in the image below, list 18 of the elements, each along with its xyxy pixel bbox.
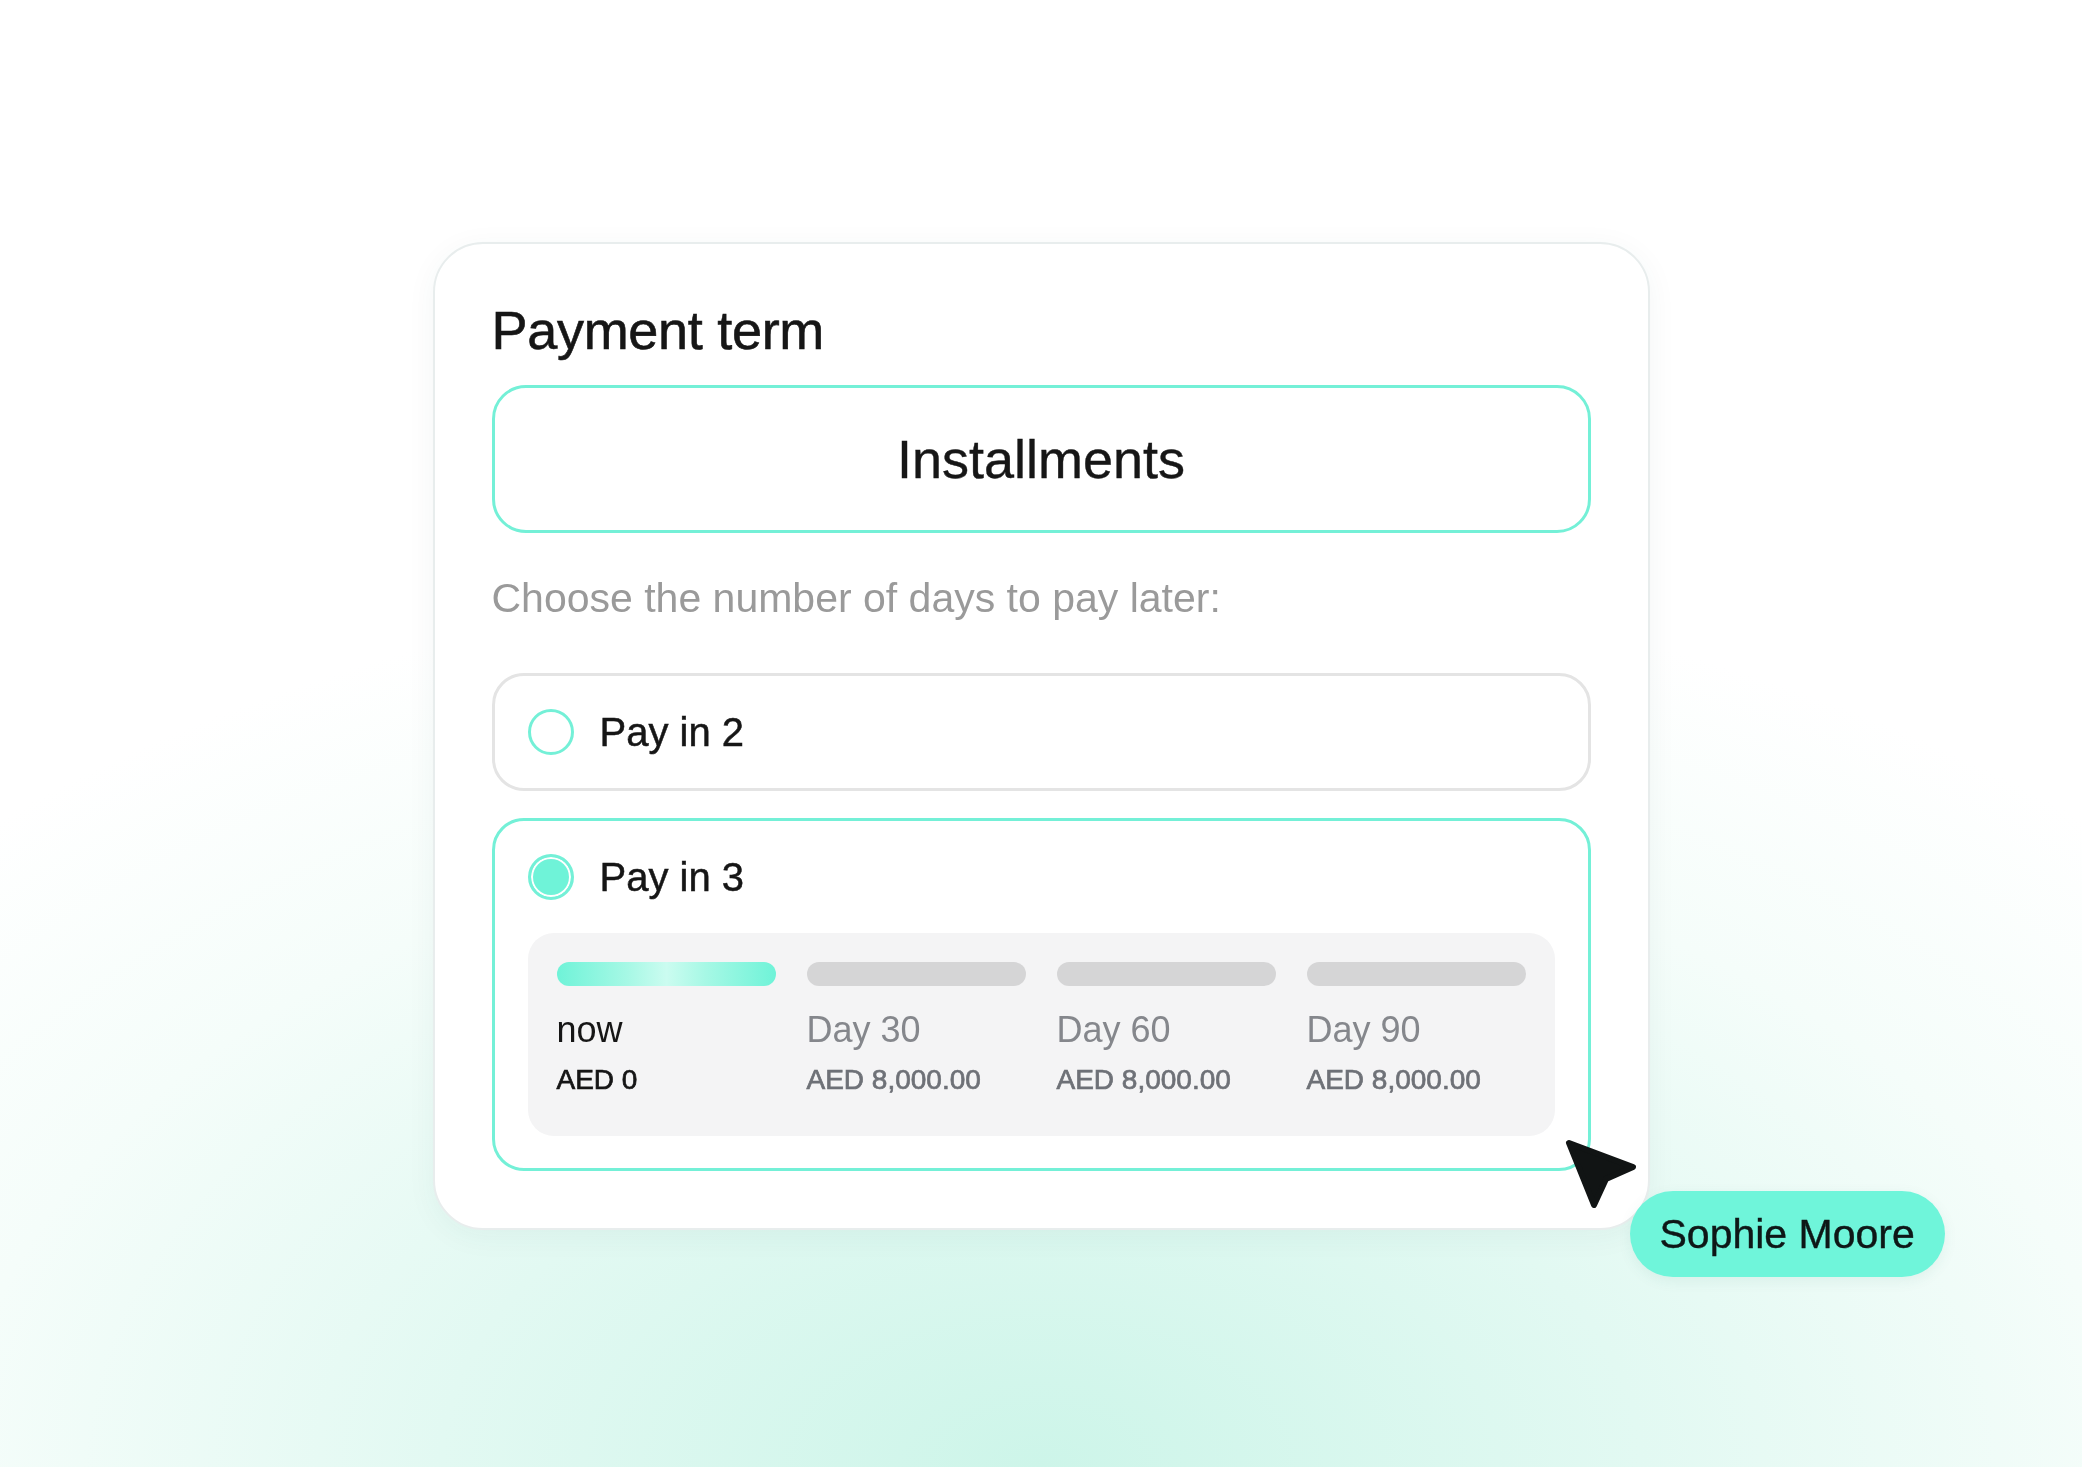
due-label: Day 60	[1056, 1008, 1172, 1051]
option-card[interactable]: Pay in 2	[491, 673, 1591, 791]
due-label: Day 30	[806, 1008, 922, 1051]
option-label: Pay in 2	[599, 709, 745, 756]
amount-text: AED 8,000.00	[1056, 1063, 1232, 1097]
card-title: Payment term	[491, 299, 825, 362]
instruction-text: Choose the number of days to pay later:	[491, 574, 1222, 623]
amount-text: AED 0	[556, 1063, 639, 1097]
user-name-tag: Sophie Moore	[1629, 1191, 1945, 1277]
due-label: now	[556, 1008, 624, 1051]
amount-text: AED 8,000.00	[1306, 1063, 1482, 1097]
option-card[interactable]: Pay in 3 now AED 0 Day 30 AED 8,000.00 Day 60 AED 8,000.00 Day 90 AED 8,000.00	[491, 818, 1591, 1171]
amount-text: AED 8,000.00	[806, 1063, 982, 1097]
radio-button[interactable]	[527, 854, 574, 900]
payment-type-button[interactable]: Installments	[491, 385, 1591, 533]
option-label: Pay in 3	[599, 854, 745, 901]
radio-button[interactable]	[527, 709, 574, 755]
due-label: Day 90	[1306, 1008, 1422, 1051]
